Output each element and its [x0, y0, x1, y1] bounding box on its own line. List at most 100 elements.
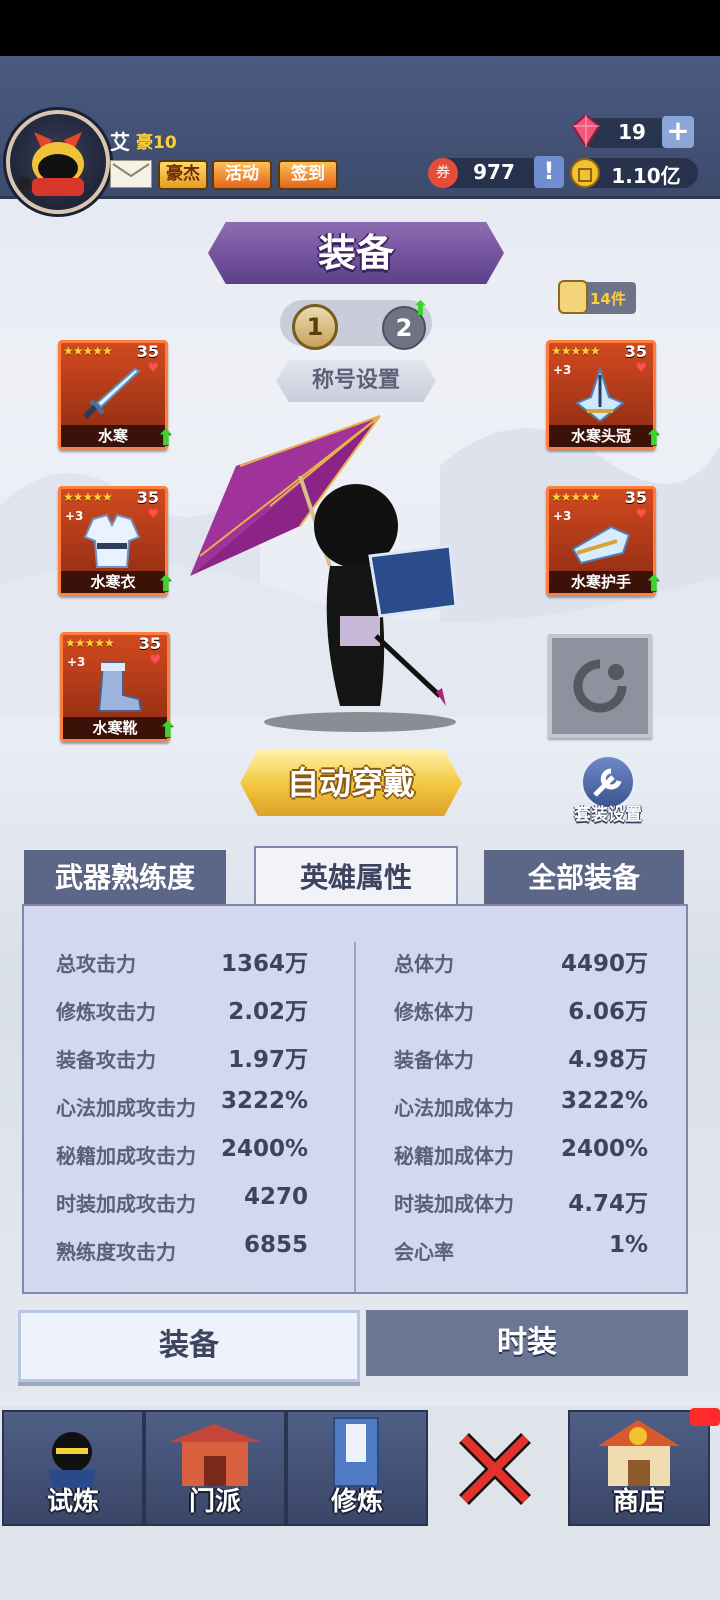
- stat-value: 6855: [243, 1232, 308, 1258]
- tab-all-equipment[interactable]: 全部装备: [484, 850, 684, 906]
- upgrade-arrow-icon: ⬆: [158, 718, 177, 743]
- heart-icon: ♥: [147, 507, 159, 522]
- nav-sect[interactable]: 门派: [144, 1410, 286, 1526]
- item-level: 35: [136, 488, 159, 507]
- stat-label: 心法加成攻击力: [56, 1096, 196, 1120]
- sword-icon: [82, 367, 141, 420]
- tab-equipment[interactable]: 装备: [18, 1310, 360, 1382]
- equip-slot-gloves[interactable]: ★★★★★ 35 ♥ +3 水寒护手 ⬆: [546, 486, 663, 597]
- stat-value: 1.97万: [228, 1047, 308, 1073]
- stat-value: 3222%: [220, 1088, 308, 1114]
- heart-icon: ♥: [635, 361, 647, 376]
- gem-amount: 19: [618, 120, 646, 144]
- star-rating: ★★★★★: [63, 490, 113, 504]
- upgrade-arrow-icon: ⬆: [412, 296, 429, 320]
- heart-icon: ♥: [635, 507, 647, 522]
- stat-label: 熟练度攻击力: [56, 1240, 176, 1264]
- auto-equip-button[interactable]: 自动穿戴: [240, 750, 462, 816]
- nav-cultivate[interactable]: 修炼: [286, 1410, 428, 1526]
- stat-label: 修炼体力: [394, 1000, 474, 1024]
- stat-label: 时装加成攻击力: [56, 1192, 196, 1216]
- nav-label: 试炼: [46, 1487, 99, 1517]
- item-level: 35: [136, 342, 159, 361]
- item-name: 水寒: [61, 425, 165, 447]
- set-setting-label: 套装设置: [574, 805, 642, 825]
- bag-count-badge[interactable]: 14件: [558, 280, 636, 314]
- stat-label: 时装加成体力: [394, 1192, 514, 1216]
- ticket-icon: 券: [428, 158, 458, 188]
- stat-label: 会心率: [394, 1240, 454, 1264]
- hero-character: [190, 415, 458, 732]
- star-rating: ★★★★★: [551, 344, 601, 358]
- temple-icon: [168, 1424, 262, 1486]
- stat-value: 1%: [608, 1232, 648, 1258]
- top-bar: 艾 豪10 豪杰 活动 签到 19 + 券 977 ! 1.10亿: [0, 56, 720, 214]
- loadout-tab-1[interactable]: 1: [292, 304, 338, 350]
- star-rating: ★★★★★: [65, 636, 115, 650]
- equip-slot-weapon[interactable]: ★★★★★ 35 ♥ 水寒 ⬆: [58, 340, 175, 451]
- bag-icon: [558, 280, 588, 314]
- equip-slot-helmet[interactable]: ★★★★★ 35 ♥ +3 水寒头冠 ⬆: [546, 340, 663, 451]
- item-level: 35: [138, 634, 161, 653]
- item-level: 35: [624, 342, 647, 361]
- shop-icon: [598, 1420, 680, 1486]
- avatar-icon: [17, 132, 84, 196]
- column-divider: [354, 942, 356, 1292]
- book-icon: [333, 1417, 379, 1487]
- gold-amount: 1.10亿: [611, 164, 681, 188]
- equip-slot-boots[interactable]: ★★★★★ 35 ♥ +3 水寒靴 ⬆: [60, 632, 177, 743]
- crown-icon: [575, 367, 625, 423]
- mail-icon[interactable]: [110, 160, 152, 188]
- crossed-swords-icon: [459, 1433, 531, 1505]
- item-name: 水寒护手: [549, 571, 653, 593]
- equipment-title-banner: 装备: [208, 222, 504, 284]
- robe-icon: [83, 513, 141, 568]
- player-name: 艾: [110, 130, 130, 154]
- gold-coin-icon: [570, 158, 600, 188]
- add-gems-button[interactable]: +: [662, 116, 694, 148]
- item-name: 水寒头冠: [549, 425, 653, 447]
- hero-button[interactable]: 豪杰: [158, 160, 208, 190]
- nav-label: 修炼: [330, 1487, 383, 1517]
- auto-equip-label: 自动穿戴: [286, 764, 415, 802]
- stat-label: 总攻击力: [56, 952, 136, 976]
- info-button[interactable]: !: [534, 156, 564, 188]
- upgrade-arrow-icon: ⬆: [644, 426, 663, 451]
- ticket-amount: 977: [473, 160, 515, 184]
- page-title: 装备: [317, 231, 394, 275]
- vip-level: 豪10: [136, 133, 177, 153]
- checkin-button[interactable]: 签到: [278, 160, 338, 190]
- title-setting-button[interactable]: 称号设置: [276, 360, 436, 402]
- notification-dot: [690, 1408, 720, 1426]
- ninja-icon: [48, 1432, 96, 1488]
- item-level: 35: [624, 488, 647, 507]
- upgrade-arrow-icon: ⬆: [156, 426, 175, 451]
- stat-label: 心法加成体力: [394, 1096, 514, 1120]
- upgrade-arrow-icon: ⬆: [156, 572, 175, 597]
- stat-value: 4.74万: [568, 1191, 648, 1217]
- accessory-placeholder-icon: [573, 659, 627, 713]
- nav-trial[interactable]: 试炼: [2, 1410, 144, 1526]
- stat-value: 3222%: [560, 1088, 648, 1114]
- title-setting-label: 称号设置: [311, 368, 400, 393]
- tab-fashion[interactable]: 时装: [366, 1310, 688, 1376]
- player-avatar[interactable]: [6, 110, 110, 214]
- stat-label: 修炼攻击力: [56, 1000, 156, 1024]
- item-name: 水寒衣: [61, 571, 165, 593]
- stat-value: 6.06万: [568, 999, 648, 1025]
- stat-value: 2.02万: [228, 999, 308, 1025]
- stat-label: 装备体力: [394, 1048, 474, 1072]
- gauntlet-icon: [571, 525, 631, 565]
- item-name: 水寒靴: [63, 717, 167, 739]
- star-rating: ★★★★★: [551, 490, 601, 504]
- activity-button[interactable]: 活动: [212, 160, 272, 190]
- stat-value: 1364万: [220, 951, 308, 977]
- tab-hero-attributes[interactable]: 英雄属性: [254, 846, 458, 910]
- equip-slot-empty[interactable]: [548, 634, 652, 738]
- nav-shop[interactable]: 商店: [568, 1410, 710, 1526]
- hero-attributes-panel: 总攻击力 1364万 修炼攻击力 2.02万 装备攻击力 1.97万 心法加成攻…: [22, 904, 688, 1294]
- nav-label: 商店: [612, 1487, 665, 1517]
- nav-equipment-active[interactable]: [446, 1420, 546, 1516]
- tab-weapon-proficiency[interactable]: 武器熟练度: [24, 850, 226, 906]
- equip-slot-armor[interactable]: ★★★★★ 35 ♥ +3 水寒衣 ⬆: [58, 486, 175, 597]
